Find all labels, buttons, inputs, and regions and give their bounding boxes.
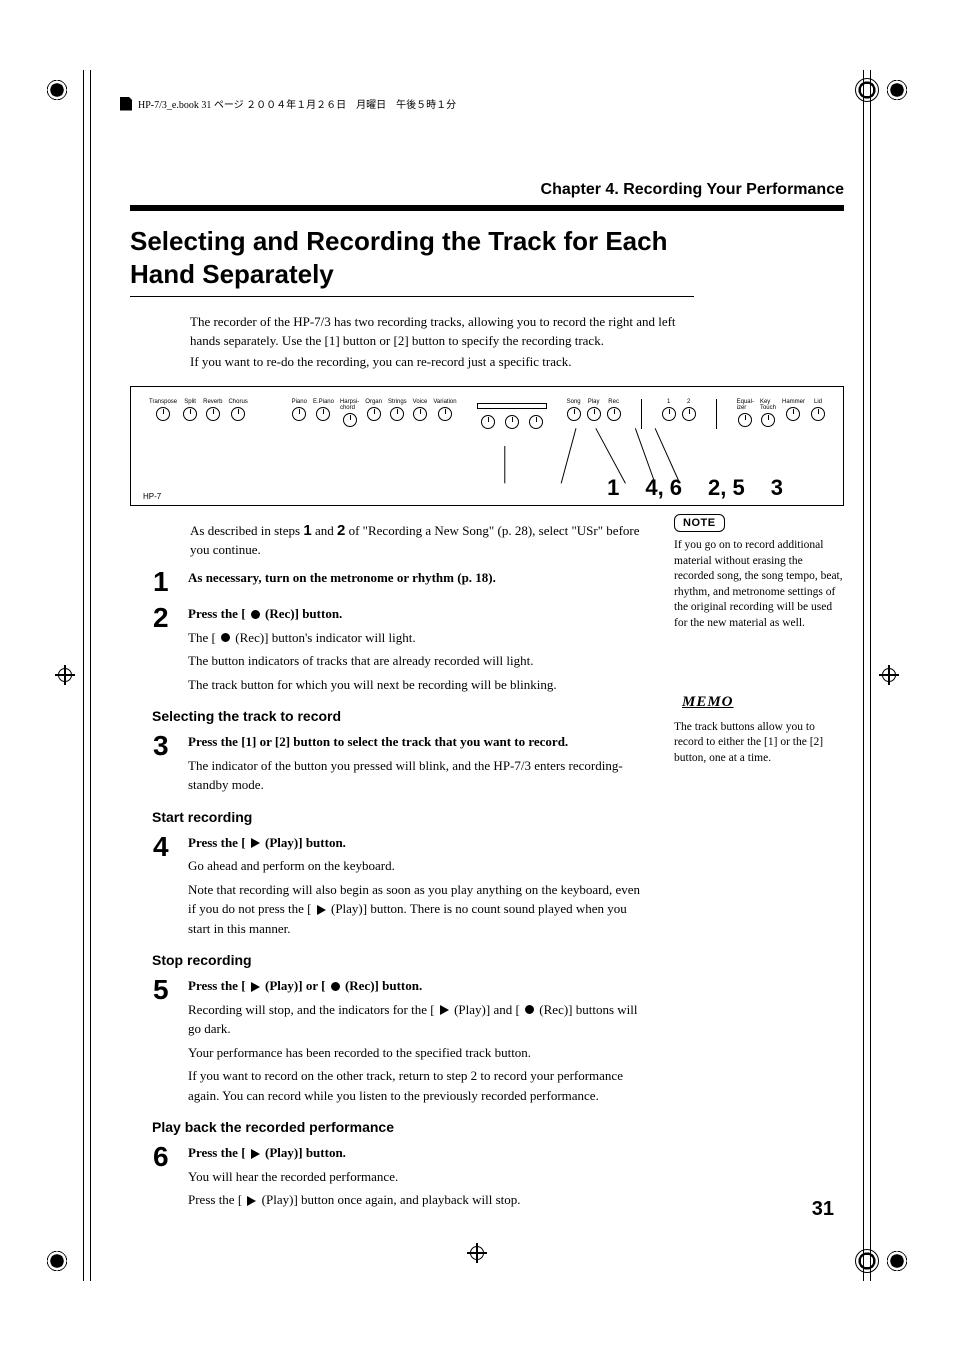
play-icon bbox=[247, 1196, 256, 1206]
play-icon bbox=[251, 1149, 260, 1159]
step-body: The indicator of the button you pressed … bbox=[188, 756, 650, 795]
panel-callouts: 1 4, 6 2, 5 3 bbox=[131, 475, 843, 505]
rec-icon bbox=[331, 982, 340, 991]
reg-mark bbox=[885, 1249, 909, 1273]
rec-icon bbox=[525, 1005, 534, 1014]
section-title: Selecting and Recording the Track for Ea… bbox=[130, 225, 694, 297]
step-2: 2 Press the [ (Rec)] button. The [ (Rec)… bbox=[130, 604, 650, 694]
main-column: As described in steps 1 and 2 of "Record… bbox=[130, 514, 650, 1210]
step-body: If you want to record on the other track… bbox=[188, 1066, 650, 1105]
subhead-select: Selecting the track to record bbox=[152, 708, 650, 724]
step-body: Recording will stop, and the indicators … bbox=[188, 1000, 650, 1039]
reg-mark bbox=[45, 78, 69, 102]
note-badge: NOTE bbox=[674, 514, 725, 533]
trim-line bbox=[90, 70, 91, 1281]
reg-mark bbox=[885, 78, 909, 102]
trim-line bbox=[863, 70, 864, 1281]
memo-text: The track buttons allow you to record to… bbox=[674, 720, 844, 767]
step-5: 5 Press the [ (Play)] or [ (Rec)] button… bbox=[130, 976, 650, 1105]
play-icon bbox=[440, 1005, 449, 1015]
step-num: 2 bbox=[130, 604, 174, 632]
reg-mark bbox=[855, 1249, 879, 1273]
subhead-stop: Stop recording bbox=[152, 952, 650, 968]
step-body: Go ahead and perform on the keyboard. bbox=[188, 856, 650, 876]
reg-mark bbox=[55, 665, 75, 685]
step-1: 1 As necessary, turn on the metronome or… bbox=[130, 568, 650, 596]
step-body: Your performance has been recorded to th… bbox=[188, 1043, 650, 1063]
reg-mark bbox=[879, 665, 899, 685]
page-number: 31 bbox=[812, 1198, 834, 1221]
play-icon bbox=[251, 838, 260, 848]
trim-line bbox=[83, 70, 84, 1281]
step-body: The [ (Rec)] button's indicator will lig… bbox=[188, 628, 650, 648]
book-header-text: HP-7/3_e.book 31 ページ ２００４年１月２６日 月曜日 午後５時… bbox=[138, 96, 456, 111]
step-4: 4 Press the [ (Play)] button. Go ahead a… bbox=[130, 833, 650, 939]
intro-p2: If you want to re-do the recording, you … bbox=[190, 353, 694, 372]
step-body: The track button for which you will next… bbox=[188, 675, 650, 695]
callout-3: 3 bbox=[771, 475, 783, 505]
callout-25: 2, 5 bbox=[708, 475, 745, 505]
book-icon bbox=[120, 97, 132, 111]
step-num: 5 bbox=[130, 976, 174, 1004]
step-num: 3 bbox=[130, 732, 174, 760]
subhead-start: Start recording bbox=[152, 809, 650, 825]
intro-p1: The recorder of the HP-7/3 has two recor… bbox=[190, 313, 694, 351]
step-6: 6 Press the [ (Play)] button. You will h… bbox=[130, 1143, 650, 1210]
chapter-title: Chapter 4. Recording Your Performance bbox=[100, 181, 844, 199]
step-body: Note that recording will also begin as s… bbox=[188, 880, 650, 939]
page-content: HP-7/3_e.book 31 ページ ２００４年１月２６日 月曜日 午後５時… bbox=[100, 90, 854, 1261]
step-body: Press the [ (Play)] button once again, a… bbox=[188, 1190, 650, 1210]
step-lead: As necessary, turn on the metronome or r… bbox=[188, 570, 496, 585]
play-icon bbox=[317, 905, 326, 915]
step-body: The button indicators of tracks that are… bbox=[188, 651, 650, 671]
step-3: 3 Press the [1] or [2] button to select … bbox=[130, 732, 650, 795]
intro-block: The recorder of the HP-7/3 has two recor… bbox=[190, 313, 694, 372]
reg-mark bbox=[855, 78, 879, 102]
trim-line bbox=[870, 70, 871, 1281]
step-lead: Press the [ (Play)] button. bbox=[188, 1145, 346, 1160]
reg-mark bbox=[45, 1249, 69, 1273]
step-lead: Press the [ (Play)] button. bbox=[188, 835, 346, 850]
callout-46: 4, 6 bbox=[645, 475, 682, 505]
callout-1: 1 bbox=[607, 475, 619, 505]
step-num: 1 bbox=[130, 568, 174, 596]
step-lead: Press the [1] or [2] button to select th… bbox=[188, 734, 568, 749]
top-rule bbox=[130, 205, 844, 211]
rec-icon bbox=[221, 633, 230, 642]
pre-step: As described in steps 1 and 2 of "Record… bbox=[190, 520, 650, 561]
step-body: You will hear the recorded performance. bbox=[188, 1167, 650, 1187]
book-header-ribbon: HP-7/3_e.book 31 ページ ２００４年１月２６日 月曜日 午後５時… bbox=[120, 96, 854, 111]
memo-badge: MEMO bbox=[674, 691, 742, 713]
subhead-playback: Play back the recorded performance bbox=[152, 1119, 650, 1135]
step-num: 4 bbox=[130, 833, 174, 861]
play-icon bbox=[251, 982, 260, 992]
side-column: NOTE If you go on to record additional m… bbox=[674, 514, 844, 1210]
step-num: 6 bbox=[130, 1143, 174, 1171]
panel-diagram: Transpose Split Reverb Chorus Piano E.Pi… bbox=[130, 386, 844, 506]
step-lead: Press the [ (Play)] or [ (Rec)] button. bbox=[188, 978, 422, 993]
rec-icon bbox=[251, 610, 260, 619]
step-lead: Press the [ (Rec)] button. bbox=[188, 606, 342, 621]
note-text: If you go on to record additional materi… bbox=[674, 538, 844, 631]
